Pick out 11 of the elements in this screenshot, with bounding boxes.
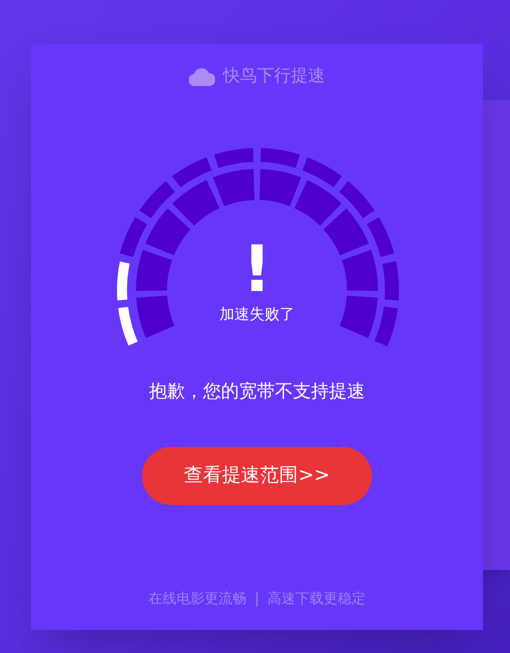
separator: | (254, 590, 260, 609)
card-title: 快鸟下行提速 (223, 65, 325, 88)
footer-text: 在线电影更流畅 (148, 590, 247, 609)
gauge-segment (136, 249, 172, 290)
error-message: 抱歉，您的宽带不支持提速 (149, 380, 365, 404)
view-range-button[interactable]: 查看提速范围>> (142, 446, 372, 504)
exclamation-mark: ! (242, 240, 272, 300)
cloud-icon (189, 68, 215, 86)
status-text: 加速失败了 (220, 304, 294, 324)
footer-text: 高速下载更稳定 (267, 590, 366, 609)
gauge-segment (342, 249, 378, 290)
